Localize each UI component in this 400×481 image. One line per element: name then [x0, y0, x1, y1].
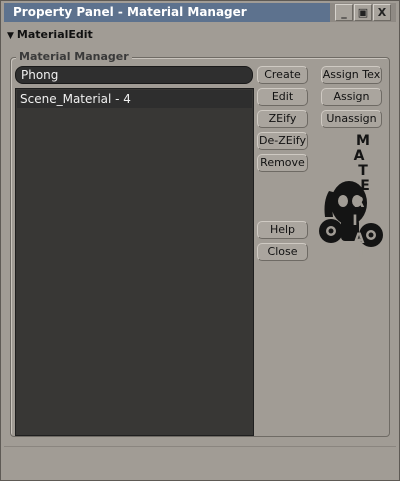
remove-button[interactable]: Remove — [257, 154, 308, 172]
maximize-icon: ▣ — [357, 6, 369, 19]
edit-button[interactable]: Edit — [257, 88, 308, 106]
zeify-button[interactable]: ZEify — [257, 110, 308, 128]
create-button[interactable]: Create — [257, 66, 308, 84]
section-title: MaterialEdit — [16, 28, 93, 41]
logo-letter-l: L — [359, 245, 368, 261]
collapse-triangle-icon: ▼ — [7, 31, 14, 41]
unassign-button[interactable]: Unassign — [321, 110, 382, 128]
title-bar[interactable]: Property Panel - Material Manager _ ▣ X — [4, 3, 396, 22]
dezeify-button[interactable]: De-ZEify — [257, 132, 308, 150]
close-icon: X — [377, 6, 387, 19]
logo-letter-m: M — [356, 133, 370, 149]
minimize-button[interactable]: _ — [335, 4, 353, 21]
close-button[interactable]: X — [373, 4, 391, 21]
minimize-icon: _ — [341, 6, 347, 19]
help-button[interactable]: Help — [257, 221, 308, 239]
status-bar — [4, 446, 396, 477]
assign-button[interactable]: Assign — [321, 88, 382, 106]
property-panel-window: Property Panel - Material Manager _ ▣ X … — [0, 0, 400, 481]
assign-tex-button[interactable]: Assign Tex — [321, 66, 382, 84]
section-header-materialedit[interactable]: ▼ MaterialEdit — [7, 28, 93, 42]
window-title: Property Panel - Material Manager — [4, 3, 330, 22]
logo-letter-i: I — [352, 213, 357, 229]
close-panel-button[interactable]: Close — [257, 243, 308, 261]
list-item[interactable]: Scene_Material - 4 — [17, 90, 252, 108]
logo-letter-a: A — [354, 148, 365, 164]
material-logo: M A T E R I A L — [319, 133, 383, 261]
material-name-field[interactable]: Phong — [15, 66, 253, 84]
logo-letter-t: T — [358, 163, 368, 179]
maximize-button[interactable]: ▣ — [354, 4, 372, 21]
logo-letter-e: E — [360, 178, 370, 194]
group-title: Material Manager — [16, 50, 132, 64]
material-list[interactable]: Scene_Material - 4 — [15, 88, 254, 436]
logo-letter-r: R — [354, 195, 365, 211]
